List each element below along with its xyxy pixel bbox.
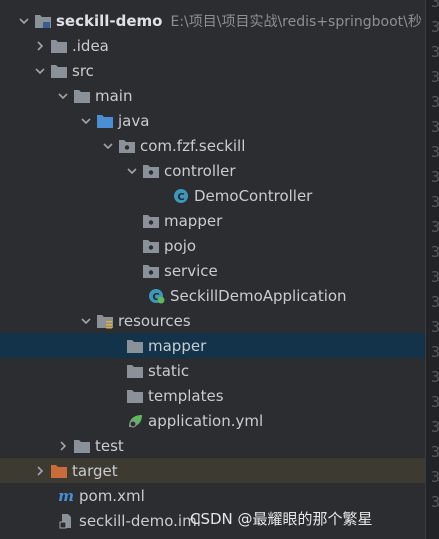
line-number: 3	[431, 168, 439, 186]
chevron-right-icon[interactable]	[32, 38, 48, 54]
line-number: 3	[431, 243, 439, 261]
folder-label-resources-mapper: mapper	[148, 336, 207, 355]
tree-row-application-class[interactable]: C SeckillDemoApplication	[0, 283, 425, 308]
line-number: 3	[431, 443, 439, 461]
chevron-down-icon[interactable]	[124, 163, 140, 179]
line-number: 3	[431, 468, 439, 486]
module-file-icon	[57, 513, 75, 529]
tree-row-main[interactable]: main	[0, 83, 425, 108]
package-label-pojo: pojo	[164, 236, 197, 255]
line-number: 3	[431, 418, 439, 436]
source-folder-icon	[96, 113, 114, 129]
folder-icon	[126, 338, 144, 354]
line-number: 3	[431, 218, 439, 236]
folder-label-java: java	[118, 111, 150, 130]
folder-label-target: target	[72, 461, 118, 480]
folder-icon	[73, 88, 91, 104]
line-number: 3	[431, 18, 439, 36]
tree-row-resources[interactable]: resources	[0, 308, 425, 333]
tree-row-pojo[interactable]: pojo	[0, 233, 425, 258]
package-icon	[142, 238, 160, 254]
line-number: 3	[431, 0, 439, 11]
excluded-folder-icon	[50, 463, 68, 479]
tree-row-static[interactable]: static	[0, 358, 425, 383]
line-number: 3	[431, 143, 439, 161]
chevron-right-icon[interactable]	[55, 438, 71, 454]
spring-config-icon	[126, 413, 144, 429]
chevron-down-icon[interactable]	[78, 113, 94, 129]
package-label-service: service	[164, 261, 218, 280]
file-label-iml: seckill-demo.iml	[79, 511, 201, 530]
tree-row-java[interactable]: java	[0, 108, 425, 133]
line-number: 3	[431, 43, 439, 61]
tree-row-src[interactable]: src	[0, 58, 425, 83]
chevron-down-icon[interactable]	[16, 13, 32, 29]
line-number: 3	[431, 293, 439, 311]
line-number: 3	[431, 343, 439, 361]
folder-label-test: test	[95, 436, 124, 455]
package-icon	[118, 138, 136, 154]
tree-row-resources-mapper[interactable]: mapper	[0, 333, 425, 358]
folder-icon	[73, 438, 91, 454]
tree-row-demo-controller[interactable]: C DemoController	[0, 183, 425, 208]
chevron-down-icon[interactable]	[32, 63, 48, 79]
folder-icon	[50, 38, 68, 54]
spring-boot-class-icon: C	[148, 288, 166, 304]
folder-label-main: main	[95, 86, 133, 105]
folder-label-templates: templates	[148, 386, 224, 405]
package-label-mapper: mapper	[164, 211, 223, 230]
chevron-down-icon[interactable]	[78, 313, 94, 329]
line-number: 3	[431, 193, 439, 211]
folder-icon	[126, 363, 144, 379]
svg-text:m: m	[58, 488, 74, 504]
line-number: 3	[431, 393, 439, 411]
maven-icon: m	[57, 488, 75, 504]
package-icon	[142, 263, 160, 279]
line-number: 3	[431, 268, 439, 286]
line-number: 3	[431, 118, 439, 136]
project-path: E:\项目\项目实战\redis+springboot\秒	[170, 13, 422, 30]
package-icon	[142, 163, 160, 179]
package-label-controller: controller	[164, 161, 236, 180]
class-label-application: SeckillDemoApplication	[170, 286, 347, 305]
watermark: CSDN @最耀眼的那个繁星	[190, 510, 373, 528]
svg-text:C: C	[177, 192, 184, 203]
chevron-down-icon[interactable]	[100, 138, 116, 154]
tree-row-project[interactable]: seckill-demo E:\项目\项目实战\redis+springboot…	[0, 8, 425, 33]
tree-row-target[interactable]: target	[0, 458, 425, 483]
tree-row-templates[interactable]: templates	[0, 383, 425, 408]
folder-label-idea: .idea	[72, 36, 109, 55]
tree-row-controller[interactable]: controller	[0, 158, 425, 183]
package-label: com.fzf.seckill	[140, 136, 246, 155]
project-tree: seckill-demo E:\项目\项目实战\redis+springboot…	[0, 0, 425, 539]
folder-icon	[126, 388, 144, 404]
folder-icon	[50, 63, 68, 79]
file-label-application-yml: application.yml	[148, 411, 264, 430]
folder-label-resources: resources	[118, 311, 191, 330]
tree-row-idea[interactable]: .idea	[0, 33, 425, 58]
editor-gutter: 3 3 3 3 3 3 3 3 3 3 3 3 3 3 3 3 3 3 3 3 …	[425, 0, 439, 539]
class-icon: C	[172, 188, 190, 204]
tree-row-test[interactable]: test	[0, 433, 425, 458]
line-number: 3	[431, 493, 439, 511]
line-number: 3	[431, 93, 439, 111]
tree-row-package[interactable]: com.fzf.seckill	[0, 133, 425, 158]
tree-row-pom[interactable]: m pom.xml	[0, 483, 425, 508]
tree-row-mapper[interactable]: mapper	[0, 208, 425, 233]
line-number: 3	[431, 318, 439, 336]
line-number: 3	[431, 68, 439, 86]
folder-label-static: static	[148, 361, 190, 380]
resources-folder-icon	[96, 313, 114, 329]
class-label-demo-controller: DemoController	[194, 186, 313, 205]
folder-label-src: src	[72, 61, 94, 80]
chevron-right-icon[interactable]	[32, 463, 48, 479]
project-name: seckill-demo	[56, 11, 163, 30]
file-label-pom: pom.xml	[79, 486, 145, 505]
line-number: 3	[431, 368, 439, 386]
tree-row-application-yml[interactable]: application.yml	[0, 408, 425, 433]
package-icon	[142, 213, 160, 229]
tree-row-service[interactable]: service	[0, 258, 425, 283]
module-folder-icon	[34, 13, 52, 29]
chevron-down-icon[interactable]	[55, 88, 71, 104]
